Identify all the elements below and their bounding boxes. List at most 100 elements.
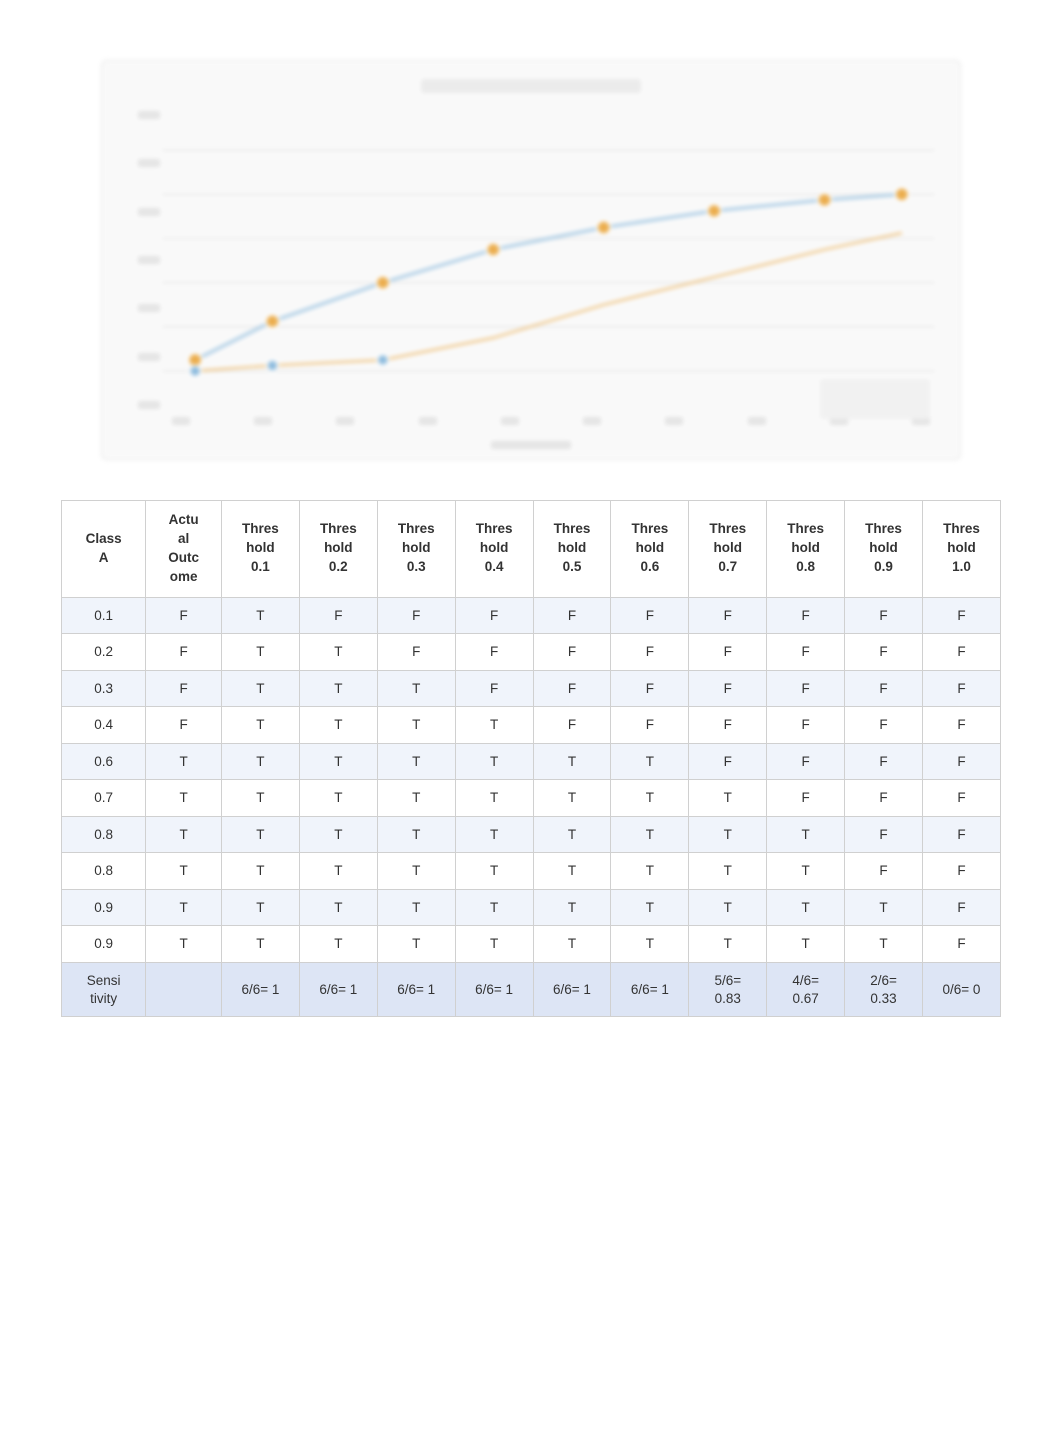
- table-row: 0.6TTTTTTTFFFF: [62, 743, 1001, 780]
- table-cell: F: [533, 707, 611, 744]
- table-cell: F: [845, 743, 923, 780]
- table-cell: F: [767, 780, 845, 817]
- table-cell: F: [455, 670, 533, 707]
- table-cell: F: [299, 597, 377, 634]
- table-cell: T: [845, 926, 923, 963]
- table-cell: T: [689, 816, 767, 853]
- sensitivity-value: 2/6=0.33: [845, 963, 923, 1017]
- table-cell: T: [377, 780, 455, 817]
- table-cell: F: [845, 670, 923, 707]
- table-row: 0.8TTTTTTTTTFF: [62, 853, 1001, 890]
- table-header-row: ClassA ActualOutcome Threshold0.1 Thresh…: [62, 501, 1001, 598]
- table-cell: F: [845, 853, 923, 890]
- table-cell: F: [611, 634, 689, 671]
- table-cell: F: [611, 670, 689, 707]
- table-cell: T: [611, 853, 689, 890]
- table-cell: T: [767, 853, 845, 890]
- table-cell: F: [689, 670, 767, 707]
- table-cell: F: [767, 597, 845, 634]
- table-cell: F: [146, 707, 222, 744]
- table-cell: T: [455, 743, 533, 780]
- table-cell: T: [377, 889, 455, 926]
- sensitivity-value: 6/6= 1: [455, 963, 533, 1017]
- chart-yaxis: [142, 111, 160, 409]
- table-cell: 0.3: [62, 670, 146, 707]
- results-table: ClassA ActualOutcome Threshold0.1 Thresh…: [61, 500, 1001, 1017]
- table-cell: F: [923, 670, 1001, 707]
- table-cell: F: [845, 707, 923, 744]
- table-row: 0.8TTTTTTTTTFF: [62, 816, 1001, 853]
- col-header-t04: Threshold0.4: [455, 501, 533, 598]
- table-cell: F: [923, 634, 1001, 671]
- sensitivity-label: Sensitivity: [62, 963, 146, 1017]
- table-cell: F: [377, 597, 455, 634]
- table-cell: T: [533, 853, 611, 890]
- col-header-t07: Threshold0.7: [689, 501, 767, 598]
- table-cell: T: [221, 780, 299, 817]
- table-cell: T: [689, 780, 767, 817]
- table-cell: F: [923, 853, 1001, 890]
- table-cell: T: [221, 889, 299, 926]
- sensitivity-value: [146, 963, 222, 1017]
- table-cell: T: [221, 853, 299, 890]
- table-cell: T: [455, 816, 533, 853]
- table-cell: F: [923, 889, 1001, 926]
- table-row: 0.3FTTTFFFFFFF: [62, 670, 1001, 707]
- table-cell: T: [221, 707, 299, 744]
- col-header-actual: ActualOutcome: [146, 501, 222, 598]
- table-cell: F: [533, 597, 611, 634]
- table-cell: F: [767, 634, 845, 671]
- table-cell: F: [455, 634, 533, 671]
- table-cell: F: [767, 707, 845, 744]
- table-cell: F: [923, 926, 1001, 963]
- sensitivity-row: Sensitivity6/6= 16/6= 16/6= 16/6= 16/6= …: [62, 963, 1001, 1017]
- table-row: 0.1FTFFFFFFFFF: [62, 597, 1001, 634]
- table-cell: T: [146, 889, 222, 926]
- table-cell: T: [221, 597, 299, 634]
- col-header-t06: Threshold0.6: [611, 501, 689, 598]
- table-cell: F: [845, 780, 923, 817]
- table-cell: F: [923, 816, 1001, 853]
- col-header-t05: Threshold0.5: [533, 501, 611, 598]
- table-cell: F: [923, 743, 1001, 780]
- table-cell: F: [689, 634, 767, 671]
- table-cell: T: [767, 816, 845, 853]
- table-cell: T: [299, 707, 377, 744]
- sensitivity-value: 6/6= 1: [221, 963, 299, 1017]
- table-cell: T: [767, 889, 845, 926]
- table-row: 0.2FTTFFFFFFFF: [62, 634, 1001, 671]
- table-cell: 0.9: [62, 889, 146, 926]
- table-cell: F: [146, 670, 222, 707]
- sensitivity-value: 4/6=0.67: [767, 963, 845, 1017]
- table-cell: T: [221, 926, 299, 963]
- table-cell: T: [221, 816, 299, 853]
- table-cell: T: [299, 889, 377, 926]
- table-cell: T: [689, 889, 767, 926]
- table-cell: T: [299, 780, 377, 817]
- data-table-section: ClassA ActualOutcome Threshold0.1 Thresh…: [61, 500, 1001, 1017]
- table-cell: T: [221, 743, 299, 780]
- table-cell: F: [611, 597, 689, 634]
- table-cell: T: [299, 926, 377, 963]
- table-cell: F: [533, 670, 611, 707]
- table-cell: T: [299, 743, 377, 780]
- col-header-t01: Threshold0.1: [221, 501, 299, 598]
- table-cell: T: [377, 926, 455, 963]
- table-cell: T: [377, 853, 455, 890]
- table-cell: T: [533, 889, 611, 926]
- table-cell: T: [533, 926, 611, 963]
- table-cell: F: [845, 634, 923, 671]
- table-cell: F: [611, 707, 689, 744]
- table-cell: T: [146, 743, 222, 780]
- chart-legend: [820, 379, 930, 419]
- col-header-t03: Threshold0.3: [377, 501, 455, 598]
- table-cell: 0.7: [62, 780, 146, 817]
- table-cell: T: [377, 670, 455, 707]
- table-row: 0.9TTTTTTTTTTF: [62, 926, 1001, 963]
- col-header-t10: Threshold1.0: [923, 501, 1001, 598]
- col-header-class: ClassA: [62, 501, 146, 598]
- table-cell: F: [923, 597, 1001, 634]
- table-cell: T: [533, 743, 611, 780]
- table-cell: F: [845, 597, 923, 634]
- table-cell: T: [455, 889, 533, 926]
